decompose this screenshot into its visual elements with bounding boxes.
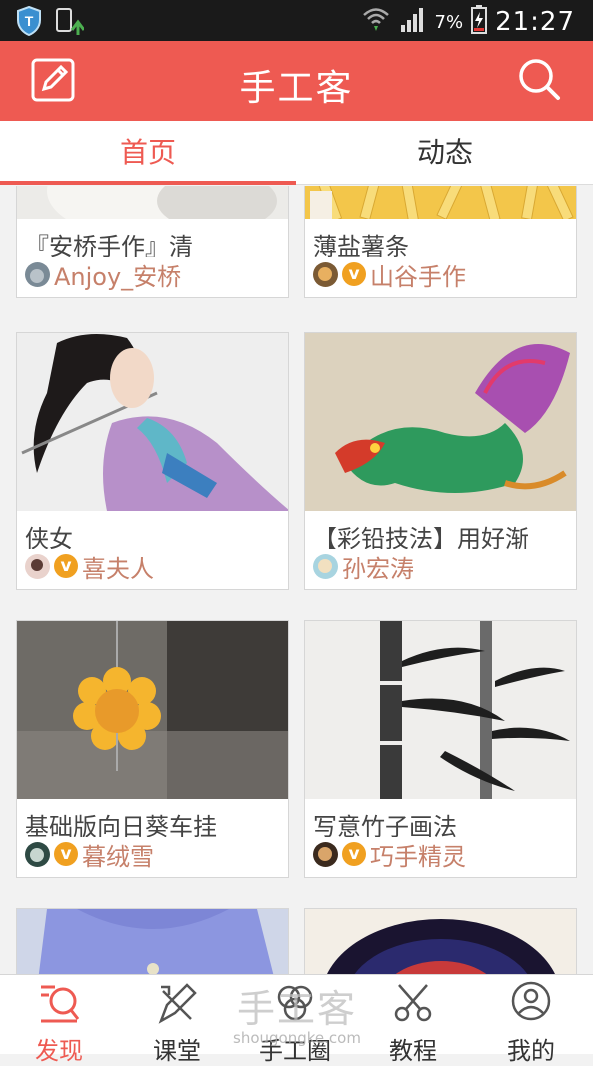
search-icon — [519, 59, 560, 100]
status-bar: T 7% 21:27 — [0, 0, 593, 41]
card-title: 薄盐薯条 — [313, 233, 409, 257]
clock: 21:27 — [495, 7, 575, 37]
classroom-icon — [158, 983, 197, 1024]
content-feed[interactable]: 『安桥手作』清 Anjoy_安桥 薄盐薯条 v 山谷手作 侠女 v 喜夫人 【彩… — [0, 186, 593, 974]
top-tabs: 首页 动态 — [0, 121, 593, 185]
author-name[interactable]: 山谷手作 — [370, 257, 466, 292]
author-row[interactable]: v 暮绒雪 — [17, 837, 288, 877]
tab-feed[interactable]: 动态 — [297, 121, 593, 185]
card-image — [305, 333, 576, 511]
card-image — [305, 186, 576, 219]
card-image — [305, 621, 576, 799]
nav-label: 我的 — [507, 1037, 555, 1065]
nav-label: 教程 — [389, 1037, 437, 1065]
verified-badge: v — [54, 554, 78, 578]
card-image — [17, 186, 288, 219]
list-item[interactable]: 『安桥手作』清 Anjoy_安桥 — [16, 186, 289, 298]
circle-icon — [277, 985, 313, 1021]
author-row[interactable]: 孙宏涛 — [305, 549, 576, 589]
nav-classroom[interactable]: 课堂 — [118, 975, 236, 1065]
card-title: 侠女 — [25, 525, 73, 549]
signal-icon — [399, 5, 427, 39]
author-row[interactable]: v 巧手精灵 — [305, 837, 576, 877]
nav-circle[interactable]: 手工圈 — [236, 975, 354, 1065]
discover-icon — [41, 985, 79, 1023]
author-row[interactable]: v 山谷手作 — [305, 257, 576, 297]
author-row[interactable]: Anjoy_安桥 — [17, 257, 288, 297]
tab-indicator — [0, 181, 296, 185]
shield-icon: T — [16, 5, 42, 40]
author-name[interactable]: 巧手精灵 — [370, 837, 466, 872]
bottom-nav: 发现 课堂 手工圈 教程 我的 — [0, 974, 593, 1065]
phone-update-icon — [54, 6, 86, 40]
nav-discover[interactable]: 发现 — [0, 975, 118, 1065]
battery-charging-icon — [471, 4, 488, 40]
svg-text:T: T — [25, 13, 34, 29]
author-name[interactable]: 喜夫人 — [82, 549, 154, 584]
list-item[interactable]: 薄盐薯条 v 山谷手作 — [304, 186, 577, 298]
list-item[interactable]: 写意竹子画法 v 巧手精灵 — [304, 620, 577, 878]
card-image — [305, 909, 576, 974]
card-title: 『安桥手作』清 — [25, 233, 193, 257]
tab-home[interactable]: 首页 — [0, 121, 296, 185]
tutorial-scissors-icon — [394, 984, 432, 1022]
author-row[interactable]: v 喜夫人 — [17, 549, 288, 589]
avatar[interactable] — [25, 841, 50, 867]
app-header: 手工客 — [0, 41, 593, 121]
nav-label: 手工圈 — [259, 1037, 331, 1065]
card-title: 【彩铅技法】用好渐 — [313, 525, 529, 549]
nav-profile[interactable]: 我的 — [472, 975, 590, 1065]
avatar[interactable] — [313, 553, 338, 579]
wifi-icon — [361, 4, 391, 40]
list-item[interactable]: 侠女 v 喜夫人 — [16, 332, 289, 590]
card-image — [17, 909, 288, 974]
list-item[interactable] — [16, 908, 289, 974]
nav-tutorial[interactable]: 教程 — [354, 975, 472, 1065]
avatar[interactable] — [25, 553, 50, 579]
verified-badge: v — [342, 842, 366, 866]
verified-badge: v — [54, 842, 78, 866]
card-image — [17, 621, 288, 799]
avatar[interactable] — [313, 841, 338, 867]
list-item[interactable] — [304, 908, 577, 974]
list-item[interactable]: 基础版向日葵车挂 v 暮绒雪 — [16, 620, 289, 878]
battery-percent: 7% — [434, 11, 464, 33]
list-item[interactable]: 【彩铅技法】用好渐 孙宏涛 — [304, 332, 577, 590]
card-title: 写意竹子画法 — [313, 813, 457, 837]
avatar[interactable] — [25, 261, 50, 287]
avatar[interactable] — [313, 261, 338, 287]
verified-badge: v — [342, 262, 366, 286]
nav-label: 课堂 — [153, 1037, 201, 1065]
page-title: 手工客 — [239, 68, 354, 109]
card-image — [17, 333, 288, 511]
author-name[interactable]: 暮绒雪 — [82, 837, 154, 872]
nav-label: 发现 — [35, 1037, 83, 1065]
author-name[interactable]: Anjoy_安桥 — [54, 257, 181, 292]
author-name[interactable]: 孙宏涛 — [342, 549, 414, 584]
search-button[interactable] — [515, 55, 563, 103]
card-title: 基础版向日葵车挂 — [25, 813, 217, 837]
profile-icon — [511, 981, 551, 1021]
